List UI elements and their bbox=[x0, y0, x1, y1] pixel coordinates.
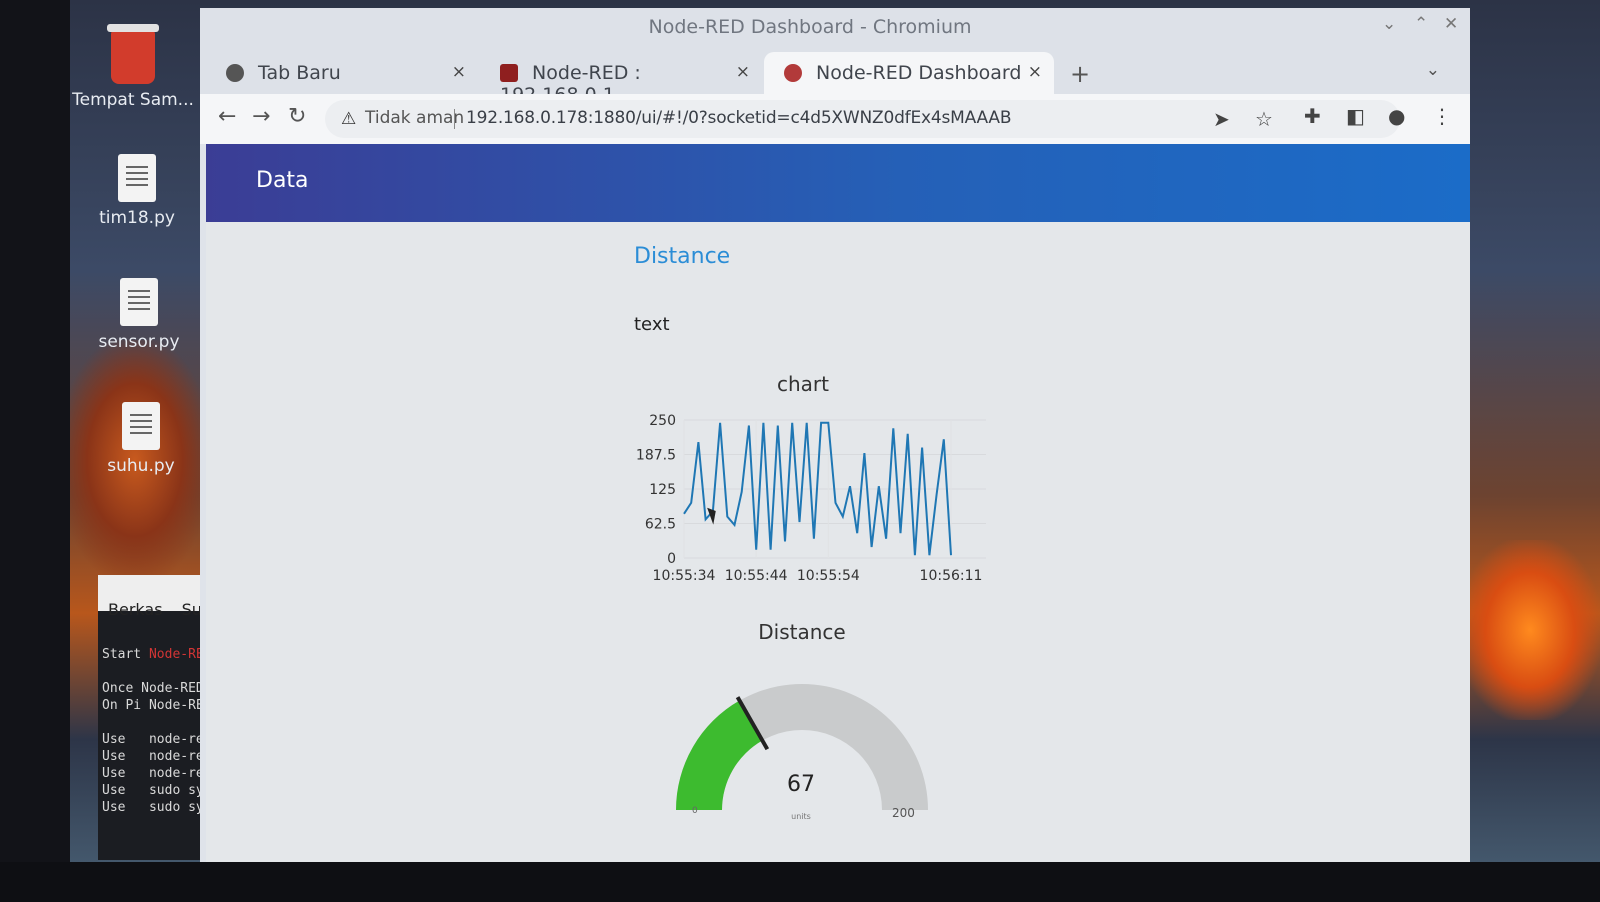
y-tick-label: 62.5 bbox=[645, 517, 676, 533]
tab-node-red-dashboard[interactable]: Node-RED Dashboard × bbox=[764, 52, 1054, 94]
x-tick-label: 10:55:34 bbox=[653, 568, 716, 584]
x-tick-label: 10:55:54 bbox=[797, 568, 860, 584]
tab-search-icon[interactable]: ⌄ bbox=[1426, 60, 1440, 80]
terminal-line: On Pi Node-RE bbox=[102, 698, 204, 713]
terminal-line: Use sudo sy bbox=[102, 800, 204, 815]
reload-icon[interactable]: ↻ bbox=[288, 104, 306, 129]
extensions-icon[interactable]: ✚ bbox=[1304, 104, 1321, 128]
tab-close-icon[interactable]: × bbox=[1028, 62, 1042, 82]
desktop-icon-trash[interactable]: Tempat Sam... bbox=[68, 24, 198, 110]
terminal-menu-berkas[interactable]: Berkas bbox=[108, 600, 163, 619]
x-tick-label: 10:55:44 bbox=[725, 568, 788, 584]
text-widget-label: text bbox=[634, 314, 670, 335]
terminal-line: Start bbox=[102, 647, 142, 662]
chart-title: chart bbox=[777, 372, 829, 396]
tab-label: Node-RED Dashboard bbox=[816, 62, 1022, 84]
desktop-icon-label: sensor.py bbox=[98, 332, 180, 352]
dashboard-header: Data bbox=[206, 144, 1470, 222]
window-title: Node-RED Dashboard - Chromium bbox=[648, 16, 972, 38]
window-close-icon[interactable]: ✕ bbox=[1444, 14, 1458, 34]
side-panel-icon[interactable]: ◧ bbox=[1346, 104, 1365, 128]
security-status[interactable]: Tidak aman bbox=[365, 108, 464, 128]
y-tick-label: 125 bbox=[649, 482, 676, 498]
address-divider bbox=[454, 109, 455, 129]
node-red-icon bbox=[784, 64, 802, 82]
window-titlebar[interactable]: Node-RED Dashboard - Chromium ⌄ ⌃ ✕ bbox=[200, 8, 1470, 46]
group-title: Distance bbox=[634, 244, 731, 269]
browser-toolbar: ← → ↻ ⚠ Tidak aman 192.168.0.178:1880/ui… bbox=[200, 94, 1470, 144]
profile-icon[interactable]: ● bbox=[1388, 104, 1405, 128]
tab-new-tab[interactable]: Tab Baru × bbox=[206, 52, 478, 94]
y-tick-label: 187.5 bbox=[636, 448, 676, 464]
file-icon bbox=[120, 278, 158, 326]
menu-icon[interactable]: ⋮ bbox=[1432, 104, 1452, 128]
bookmark-star-icon[interactable]: ☆ bbox=[1255, 107, 1273, 131]
tab-node-red-editor[interactable]: Node-RED : 192.168.0.1 × bbox=[480, 52, 762, 106]
desktop-icon-tim18[interactable]: tim18.py bbox=[72, 154, 202, 228]
line-chart[interactable]: 250 187.5 125 62.5 010:55:34 10:55:44 10:55:54… bbox=[626, 398, 996, 598]
gauge-title: Distance bbox=[758, 620, 846, 644]
desktop-icon-sensor[interactable]: sensor.py bbox=[74, 278, 204, 352]
tab-close-icon[interactable]: × bbox=[452, 62, 466, 82]
back-icon[interactable]: ← bbox=[218, 104, 236, 129]
terminal-line: Use sudo sy bbox=[102, 783, 204, 798]
desktop-icon-label: Tempat Sam... bbox=[72, 90, 194, 110]
globe-icon bbox=[226, 64, 244, 82]
page-title: Data bbox=[256, 168, 309, 193]
y-tick-label: 250 bbox=[649, 413, 676, 429]
dashboard-content: Distance text chart 250 187.5 125 62.5 0 10:5… bbox=[206, 222, 1470, 868]
monitor-bezel-bottom bbox=[0, 862, 1600, 902]
terminal-line: Use node-re bbox=[102, 766, 204, 781]
tab-close-icon[interactable]: × bbox=[736, 62, 750, 82]
warning-icon: ⚠ bbox=[341, 109, 357, 129]
terminal-line: Node-RE bbox=[148, 647, 204, 662]
send-icon[interactable]: ➤ bbox=[1213, 107, 1230, 131]
url-text[interactable]: 192.168.0.178:1880/ui/#!/0?socketid=c4d5… bbox=[466, 108, 1011, 128]
file-icon bbox=[118, 154, 156, 202]
desktop-icon-label: suhu.py bbox=[107, 456, 175, 476]
forward-icon[interactable]: → bbox=[252, 104, 270, 129]
terminal-line: Once Node-RED bbox=[102, 681, 204, 696]
y-tick-label: 0 bbox=[667, 551, 676, 567]
gauge-value: 67 bbox=[787, 772, 815, 797]
tab-strip: Tab Baru × Node-RED : 192.168.0.1 × Node… bbox=[200, 46, 1470, 106]
wallpaper-sunset bbox=[1460, 540, 1600, 720]
node-red-icon bbox=[500, 64, 518, 82]
tab-label: Tab Baru bbox=[258, 62, 341, 84]
new-tab-button[interactable]: + bbox=[1070, 60, 1090, 88]
desktop-icon-label: tim18.py bbox=[99, 208, 175, 228]
minimize-icon[interactable]: ⌄ bbox=[1382, 14, 1396, 34]
address-bar[interactable]: ⚠ Tidak aman 192.168.0.178:1880/ui/#!/0?… bbox=[325, 100, 1400, 138]
gauge-max-label: 200 bbox=[892, 806, 915, 820]
monitor-bezel-left bbox=[0, 0, 70, 902]
terminal-line: Use node-re bbox=[102, 749, 204, 764]
desktop-icon-suhu[interactable]: suhu.py bbox=[76, 402, 206, 476]
browser-window: Node-RED Dashboard - Chromium ⌄ ⌃ ✕ Tab … bbox=[200, 8, 1470, 868]
file-icon bbox=[122, 402, 160, 450]
gauge-units-label: units bbox=[791, 812, 811, 821]
terminal-line: Use node-re bbox=[102, 732, 204, 747]
gauge-min-label: 0 bbox=[692, 806, 698, 816]
maximize-icon[interactable]: ⌃ bbox=[1414, 14, 1428, 34]
x-tick-label: 10:56:11 bbox=[920, 568, 983, 584]
trash-icon bbox=[107, 24, 159, 84]
